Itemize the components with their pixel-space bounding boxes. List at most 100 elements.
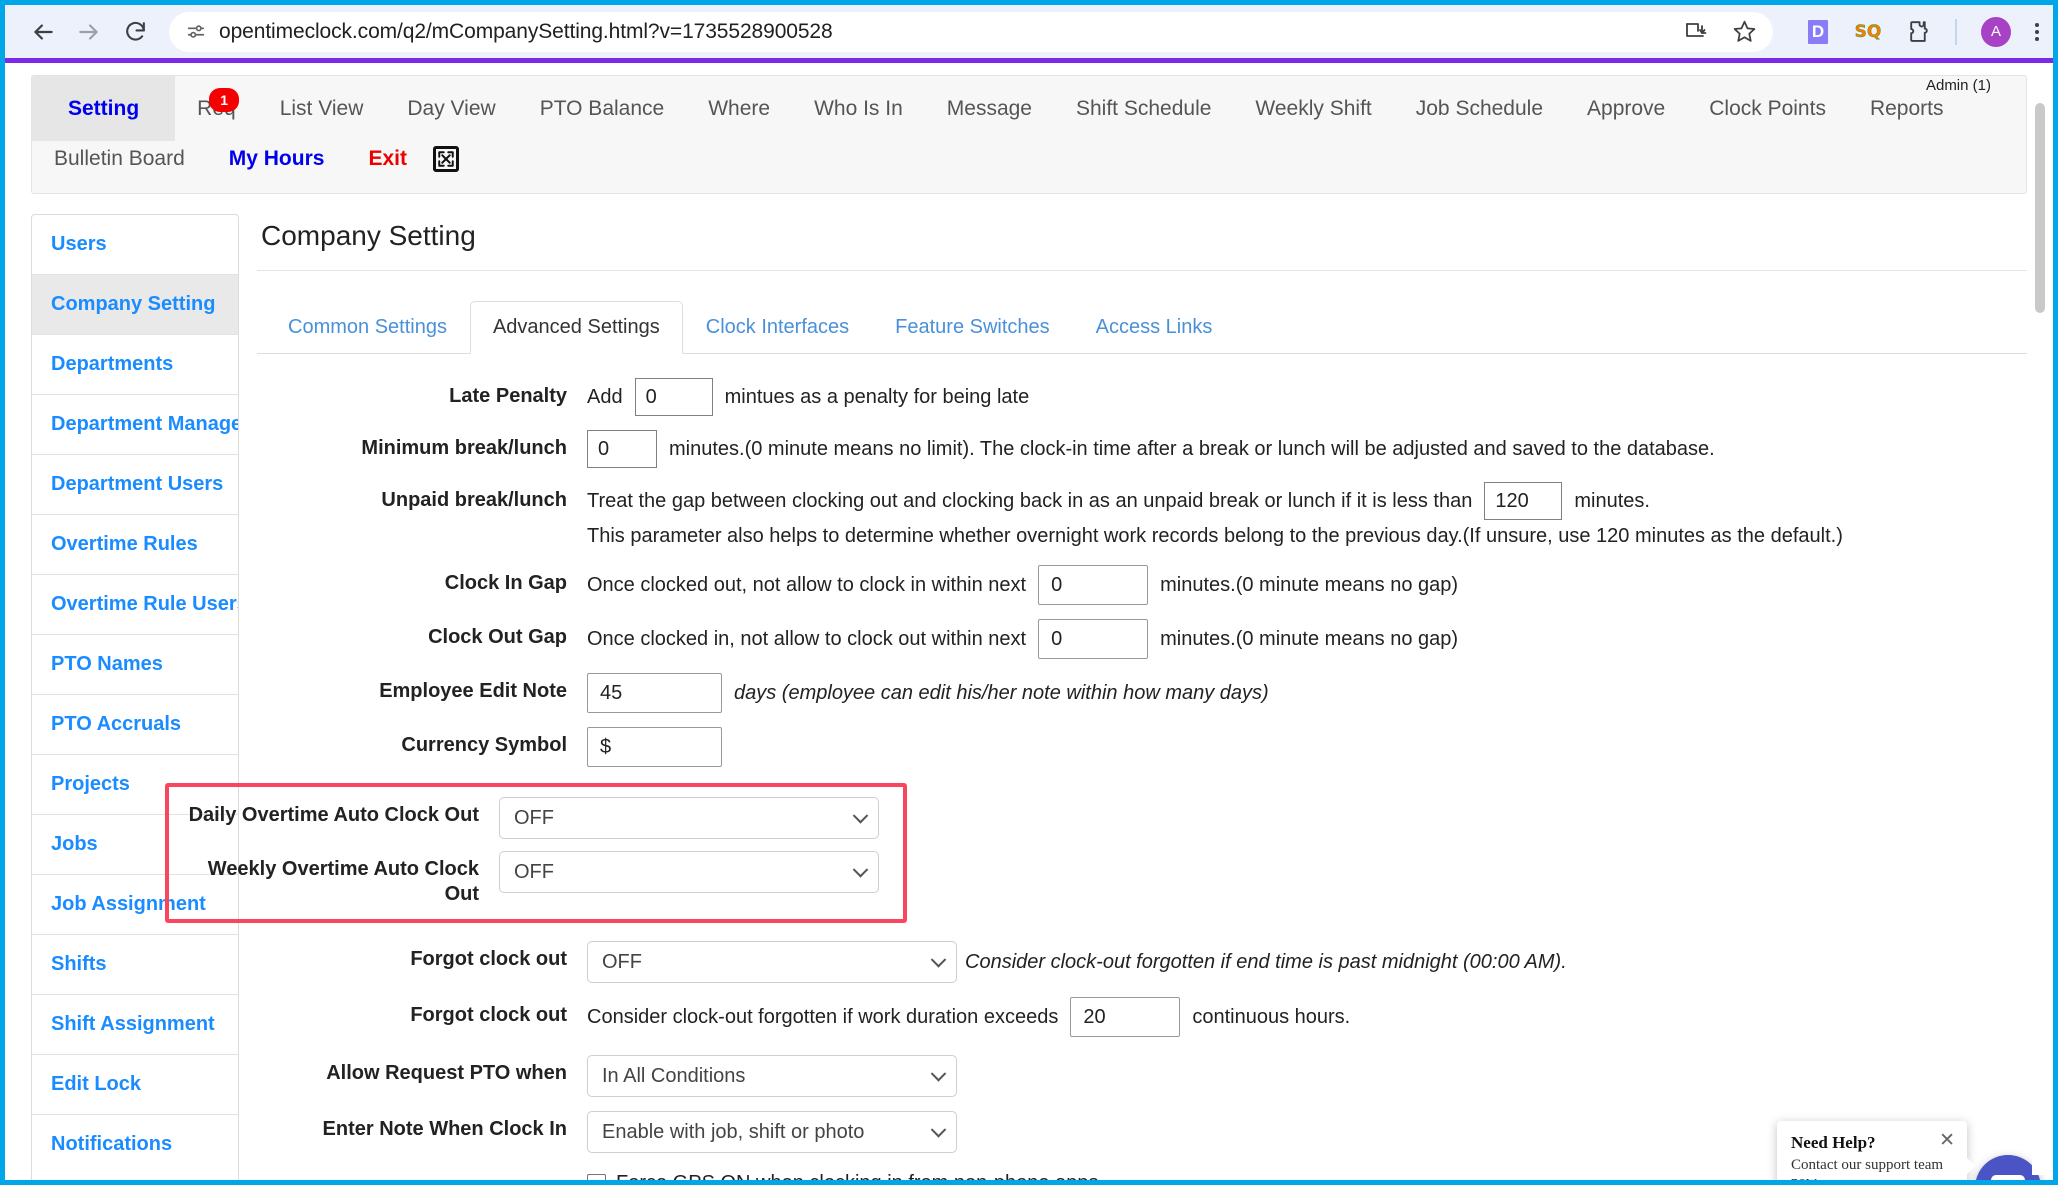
nav-tab-weekly-shift[interactable]: Weekly Shift xyxy=(1233,76,1393,141)
close-icon[interactable]: ✕ xyxy=(1939,1131,1955,1150)
forward-arrow-icon[interactable] xyxy=(69,12,109,52)
sidebar-item-edit-lock[interactable]: Edit Lock xyxy=(32,1055,238,1115)
nav-tab-exit[interactable]: Exit xyxy=(346,141,429,185)
nav-tab-reports[interactable]: Reports xyxy=(1848,76,1966,141)
tab-common-settings[interactable]: Common Settings xyxy=(265,301,470,354)
field-suffix-text: minutes. xyxy=(1574,489,1650,512)
install-app-icon[interactable] xyxy=(1683,19,1709,45)
settings-tabs: Common Settings Advanced Settings Clock … xyxy=(257,301,2027,354)
nav-tab-label: Where xyxy=(708,97,771,120)
forgot-clock-out-hours-input[interactable]: 20 xyxy=(1070,997,1181,1037)
field-prefix-text: Treat the gap between clocking out and c… xyxy=(587,489,1473,512)
field-label: Enter Note When Clock In xyxy=(322,1118,567,1140)
nav-tab-approve[interactable]: Approve xyxy=(1565,76,1687,141)
settings-content: Company Setting Common Settings Advanced… xyxy=(165,214,2027,1185)
field-row-weekly-overtime-auto-clock-out: Weekly Overtime Auto Clock Out OFF xyxy=(169,851,903,907)
nav-tab-day-view[interactable]: Day View xyxy=(385,76,517,141)
extension-d-icon[interactable]: D xyxy=(1805,19,1831,45)
nav-tab-list-view[interactable]: List View xyxy=(258,76,386,141)
nav-tab-who-is-in[interactable]: Who Is In xyxy=(792,76,925,141)
request-count-badge: 1 xyxy=(209,88,240,112)
unpaid-break-note: This parameter also helps to determine w… xyxy=(587,525,1843,547)
field-row-employee-edit-note: Employee Edit Note 45 days (employee can… xyxy=(257,673,2027,713)
employee-edit-note-input[interactable]: 45 xyxy=(587,673,722,713)
field-row-clock-in-gap: Clock In Gap Once clocked out, not allow… xyxy=(257,565,2027,605)
sidebar-item-shift-assignment[interactable]: Shift Assignment xyxy=(32,995,238,1055)
sidebar-item-notifications[interactable]: Notifications xyxy=(32,1115,238,1174)
extension-d-label: D xyxy=(1808,19,1828,44)
nav-tab-label: Clock Points xyxy=(1709,97,1826,120)
nav-tab-where[interactable]: Where xyxy=(686,76,792,141)
clock-out-gap-input[interactable]: 0 xyxy=(1038,619,1149,659)
star-bookmark-icon[interactable] xyxy=(1731,19,1757,45)
tab-advanced-settings[interactable]: Advanced Settings xyxy=(469,301,683,354)
nav-tab-pto-balance[interactable]: PTO Balance xyxy=(518,76,687,141)
sidebar-item-department-users[interactable]: Department Users xyxy=(32,455,238,515)
enter-note-when-clock-in-select[interactable]: Enable with job, shift or photo xyxy=(587,1111,957,1153)
nav-tab-clock-points[interactable]: Clock Points xyxy=(1687,76,1848,141)
forgot-clock-out-select[interactable]: OFF xyxy=(587,941,957,983)
field-row-forgot-clock-out-midnight: Forgot clock out OFF Consider clock-out … xyxy=(257,941,2027,983)
allow-request-pto-select[interactable]: In All Conditions xyxy=(587,1055,957,1097)
clock-in-gap-input[interactable]: 0 xyxy=(1038,565,1149,605)
nav-tab-label: Weekly Shift xyxy=(1255,97,1372,120)
tab-clock-interfaces[interactable]: Clock Interfaces xyxy=(683,301,872,354)
kebab-menu-icon[interactable] xyxy=(2035,22,2039,41)
avatar[interactable]: A xyxy=(1981,16,2011,47)
field-row-enter-note-when-clock-in: Enter Note When Clock In Enable with job… xyxy=(257,1111,2027,1153)
checkbox-label: Force GPS ON when clocking in from non-p… xyxy=(616,1172,1099,1185)
nav-tab-job-schedule[interactable]: Job Schedule xyxy=(1394,76,1565,141)
back-arrow-icon[interactable] xyxy=(23,12,63,52)
advanced-settings-form: Late Penalty Add mintues as a penalty fo… xyxy=(165,354,2027,1185)
sidebar-item-pto-names[interactable]: PTO Names xyxy=(32,635,238,695)
sidebar-item-departments[interactable]: Departments xyxy=(32,335,238,395)
nav-tab-label: Exit xyxy=(368,147,407,170)
field-prefix-text: Once clocked in, not allow to clock out … xyxy=(587,627,1027,650)
sidebar-item-label: Overtime Rules xyxy=(51,533,198,555)
page-scrollbar[interactable] xyxy=(2032,63,2048,1175)
weekly-overtime-auto-clock-out-select[interactable]: OFF xyxy=(499,851,879,893)
sidebar-item-users[interactable]: Users xyxy=(32,215,238,275)
nav-tab-my-hours[interactable]: My Hours xyxy=(207,141,347,185)
nav-tab-setting[interactable]: Setting xyxy=(32,76,176,141)
nav-row-secondary: Bulletin Board My Hours Exit xyxy=(32,141,2026,193)
currency-symbol-input[interactable]: $ xyxy=(587,727,722,767)
sidebar-item-label: Department Users xyxy=(51,473,224,495)
daily-overtime-auto-clock-out-select[interactable]: OFF xyxy=(499,797,879,839)
field-label: Allow Request PTO when xyxy=(326,1062,567,1084)
address-bar[interactable]: opentimeclock.com/q2/mCompanySetting.htm… xyxy=(169,11,1773,52)
sidebar-item-overtime-rule-users[interactable]: Overtime Rule Users xyxy=(32,575,238,635)
minimum-break-input[interactable] xyxy=(587,430,657,468)
reload-icon[interactable] xyxy=(115,12,155,52)
extensions-puzzle-icon[interactable] xyxy=(1905,19,1931,45)
browser-window: opentimeclock.com/q2/mCompanySetting.htm… xyxy=(0,0,2058,1185)
scrollbar-thumb[interactable] xyxy=(2035,103,2045,313)
toolbar-divider xyxy=(1955,18,1957,45)
select-value: In All Conditions xyxy=(602,1064,746,1087)
nav-tab-message[interactable]: Message xyxy=(925,76,1054,141)
force-gps-nonphone-checkbox[interactable] xyxy=(587,1174,606,1180)
sidebar-item-overtime-rules[interactable]: Overtime Rules xyxy=(32,515,238,575)
tab-feature-switches[interactable]: Feature Switches xyxy=(872,301,1073,354)
nav-tab-bulletin-board[interactable]: Bulletin Board xyxy=(32,141,207,185)
nav-tab-req[interactable]: Req 1 xyxy=(175,76,258,141)
late-penalty-input[interactable] xyxy=(634,378,713,416)
nav-tab-label: Message xyxy=(946,97,1032,120)
nav-tab-label: Who Is In xyxy=(814,97,903,120)
sidebar-item-pto-accruals[interactable]: PTO Accruals xyxy=(32,695,238,755)
site-settings-icon[interactable] xyxy=(185,21,207,43)
field-label: Forgot clock out xyxy=(410,948,567,970)
sidebar-item-company-setting[interactable]: Company Setting xyxy=(32,275,238,335)
field-label: Currency Symbol xyxy=(401,734,567,756)
sidebar-item-department-managers[interactable]: Department Managers xyxy=(32,395,238,455)
sidebar-item-label: Projects xyxy=(51,773,130,795)
nav-tab-shift-schedule[interactable]: Shift Schedule xyxy=(1054,76,1233,141)
sidebar-item-shifts[interactable]: Shifts xyxy=(32,935,238,995)
tab-access-links[interactable]: Access Links xyxy=(1073,301,1236,354)
field-label: Unpaid break/lunch xyxy=(381,489,567,511)
unpaid-break-input[interactable] xyxy=(1484,482,1563,520)
page-top-rule xyxy=(5,58,2053,63)
field-row-unpaid-break: Unpaid break/lunch Treat the gap between… xyxy=(257,482,2027,551)
fullscreen-expand-icon[interactable] xyxy=(432,146,459,172)
extension-sq-icon[interactable]: SQ xyxy=(1854,19,1881,45)
